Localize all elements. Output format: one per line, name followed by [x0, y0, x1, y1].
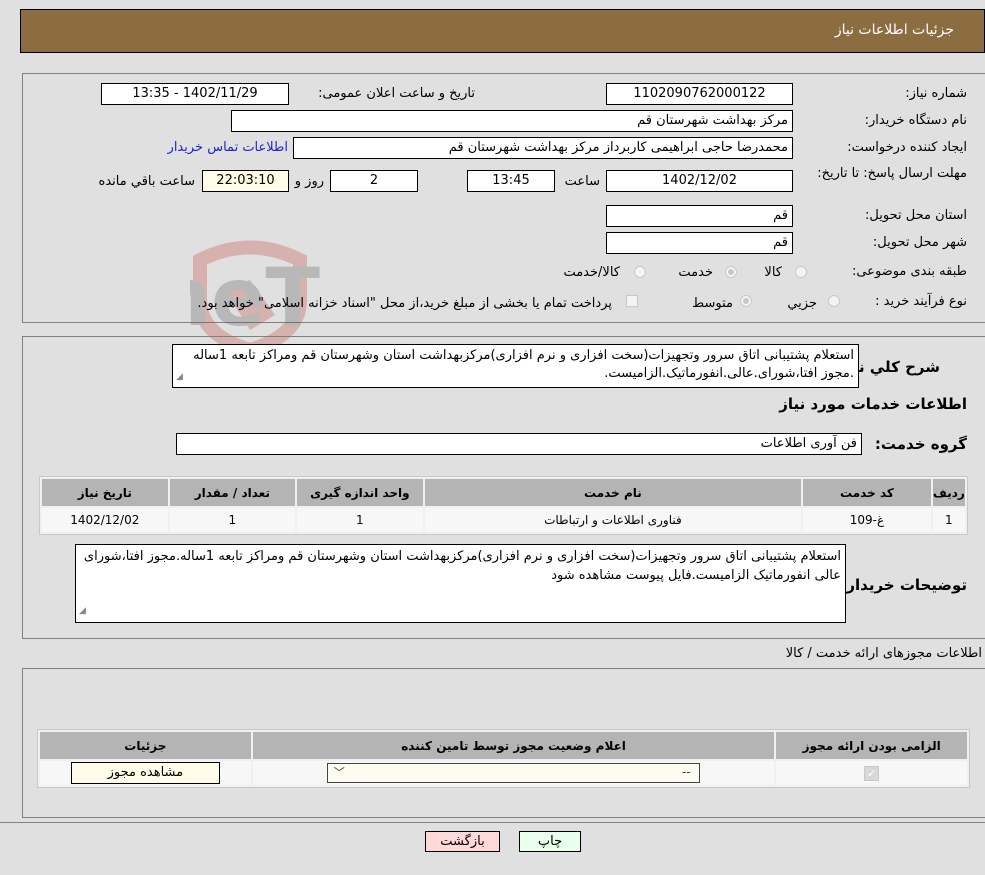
buyer-org-label: نام دستگاه خریدار: — [864, 113, 967, 128]
cell-need-date: 1402/12/02 — [42, 508, 168, 532]
cell-permit-required: ✓ — [776, 761, 967, 785]
table-row: 1 غ-109 فناوری اطلاعات و ارتباطات 1 1 14… — [42, 508, 965, 532]
category-radio-service[interactable] — [725, 266, 737, 278]
process-option-medium: متوسط — [692, 296, 733, 311]
summary-text: استعلام پشتیبانی اتاق سرور وتجهیزات(سخت … — [193, 348, 854, 381]
view-permit-button[interactable]: مشاهده مجوز — [70, 762, 220, 784]
category-label: طبقه بندی موضوعی: — [851, 264, 967, 279]
category-option-service: خدمت — [678, 265, 713, 280]
remaining-time-field: 22:03:10 — [202, 170, 289, 192]
category-radio-goods[interactable] — [795, 266, 807, 278]
days-label: روز و — [294, 174, 324, 189]
col-unit: واحد اندازه گیری — [297, 479, 423, 506]
cell-unit: 1 — [297, 508, 423, 532]
cell-row: 1 — [932, 508, 965, 532]
days-remaining-field: 2 — [330, 170, 418, 192]
col-permit-status: اعلام وضعیت مجوز توسط تامین کننده — [252, 732, 775, 759]
cell-service-code: غ-109 — [803, 508, 931, 532]
city-label: شهر محل تحویل: — [872, 235, 967, 250]
col-permit-details: جزئیات — [40, 732, 251, 759]
cell-service-name: فناوری اطلاعات و ارتباطات — [424, 508, 802, 532]
province-field: قم — [606, 205, 793, 227]
requester-field: محمدرضا حاجی ابراهیمی کاربرداز مرکز بهدا… — [293, 137, 793, 159]
process-radio-medium[interactable] — [740, 295, 752, 307]
deadline-time-field: 13:45 — [467, 170, 555, 192]
permit-status-select[interactable]: -- ﹀ — [326, 763, 700, 783]
col-service-name: نام خدمت — [424, 479, 802, 506]
need-number-field: 1102090762000122 — [606, 83, 793, 105]
service-group-field: فن آوری اطلاعات — [176, 433, 862, 455]
deadline-time-label: ساعت — [564, 174, 600, 189]
need-number-label: شماره نیاز: — [905, 86, 967, 101]
col-permit-required: الزامی بودن ارائه مجوز — [776, 732, 967, 759]
category-option-goods: کالا — [764, 265, 782, 280]
cell-permit-details: مشاهده مجوز — [40, 761, 251, 785]
deadline-date-field: 1402/12/02 — [606, 170, 793, 192]
footer-divider — [0, 822, 985, 823]
treasury-checkbox[interactable] — [626, 295, 638, 307]
col-need-date: تاریخ نیاز — [42, 479, 168, 506]
permit-status-value: -- — [682, 765, 691, 779]
announce-field: 1402/11/29 - 13:35 — [101, 83, 289, 105]
resize-grip-icon[interactable]: ◢ — [176, 368, 183, 386]
process-label: نوع فرآیند خرید : — [875, 294, 967, 309]
col-service-code: کد خدمت — [803, 479, 931, 506]
page-title: جزئیات اطلاعات نیاز — [834, 22, 954, 38]
buyer-notes-text: استعلام پشتیبانی اتاق سرور وتجهیزات(سخت … — [83, 549, 841, 583]
buyer-notes-label: توضیحات خریدار: — [840, 576, 967, 594]
city-field: قم — [606, 232, 793, 254]
chevron-down-icon: ﹀ — [333, 766, 345, 779]
cell-permit-status: -- ﹀ — [252, 761, 775, 785]
cell-quantity: 1 — [169, 508, 296, 532]
service-group-label: گروه خدمت: — [874, 435, 967, 453]
buyer-contact-link[interactable]: اطلاعات تماس خریدار — [168, 140, 288, 155]
permits-table: الزامی بودن ارائه مجوز اعلام وضعیت مجوز … — [37, 729, 970, 788]
services-section-title: اطلاعات خدمات مورد نیاز — [779, 395, 967, 413]
table-row: ✓ -- ﹀ مشاهده مجوز — [40, 761, 967, 785]
col-quantity: تعداد / مقدار — [169, 479, 296, 506]
page-header: جزئیات اطلاعات نیاز — [20, 9, 985, 53]
back-button[interactable]: بازگشت — [425, 831, 500, 852]
services-table: ردیف کد خدمت نام خدمت واحد اندازه گیری ت… — [39, 476, 968, 535]
deadline-label: مهلت ارسال پاسخ: تا تاریخ: — [817, 166, 967, 181]
announce-label: تاریخ و ساعت اعلان عمومی: — [318, 86, 475, 101]
province-label: استان محل تحویل: — [865, 208, 967, 223]
print-button[interactable]: چاپ — [519, 831, 581, 852]
remaining-label: ساعت باقي مانده — [98, 174, 195, 189]
permit-required-checkbox[interactable]: ✓ — [864, 765, 880, 781]
category-option-goods-service: کالا/خدمت — [563, 265, 620, 280]
process-option-minor: جزيي — [787, 296, 817, 311]
services-table-header: ردیف کد خدمت نام خدمت واحد اندازه گیری ت… — [42, 479, 965, 506]
buyer-notes-textarea[interactable]: استعلام پشتیبانی اتاق سرور وتجهیزات(سخت … — [75, 544, 846, 623]
summary-textarea[interactable]: استعلام پشتیبانی اتاق سرور وتجهیزات(سخت … — [172, 344, 859, 388]
process-radio-minor[interactable] — [828, 295, 840, 307]
requester-label: ایجاد کننده درخواست: — [847, 140, 967, 155]
resize-grip-icon[interactable]: ◢ — [79, 602, 86, 621]
category-radio-goods-service[interactable] — [634, 266, 646, 278]
permits-section-title: اطلاعات مجوزهای ارائه خدمت / کالا — [785, 646, 982, 661]
permits-table-header: الزامی بودن ارائه مجوز اعلام وضعیت مجوز … — [40, 732, 967, 759]
col-row: ردیف — [932, 479, 965, 506]
treasury-note: پرداخت تمام یا بخشی از مبلغ خرید،از محل … — [197, 296, 612, 311]
buyer-org-field: مرکز بهداشت شهرستان قم — [231, 110, 793, 132]
